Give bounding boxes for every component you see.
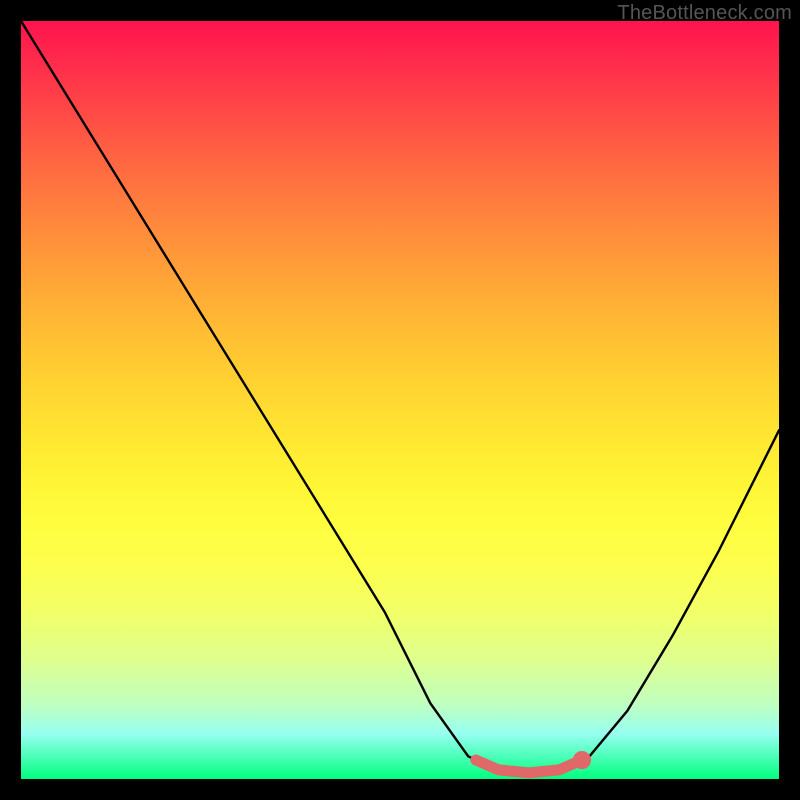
highlight-segment (476, 760, 582, 773)
highlight-end-dot (573, 751, 591, 769)
watermark-text: TheBottleneck.com (617, 2, 792, 25)
main-curve (21, 21, 779, 775)
plot-area (21, 21, 779, 779)
curve-layer (21, 21, 779, 779)
chart-stage: TheBottleneck.com (0, 0, 800, 800)
